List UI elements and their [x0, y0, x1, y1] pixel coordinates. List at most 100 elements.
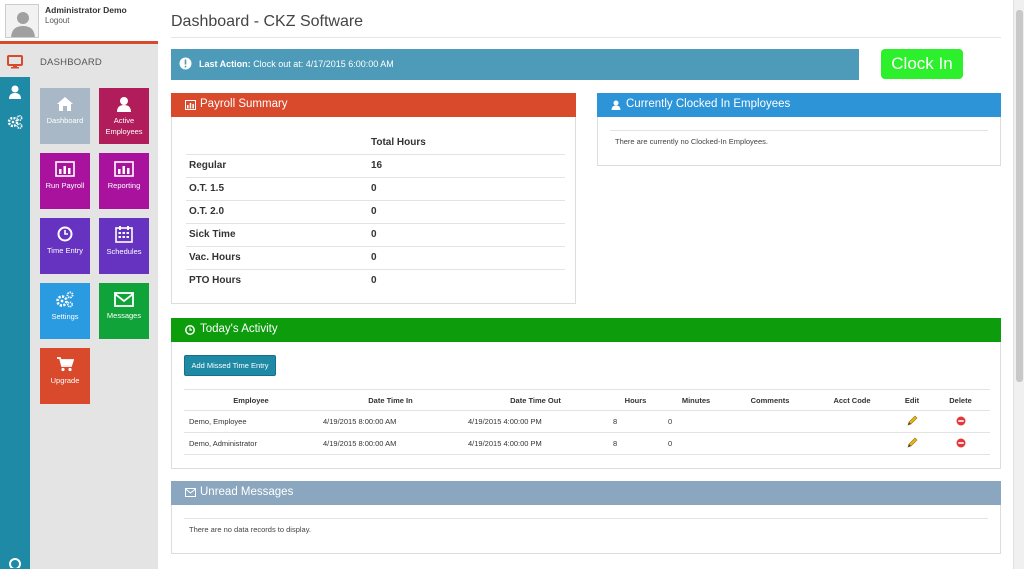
home-icon — [57, 97, 73, 111]
row-label: Sick Time — [186, 223, 371, 247]
column-header: Employee — [184, 389, 318, 411]
empty-message: There are currently no Clocked-In Employ… — [615, 137, 768, 146]
column-header: Edit — [893, 389, 931, 411]
unread-messages-panel: Unread Messages There are no data record… — [171, 481, 1001, 554]
time-out-cell: 4/19/2015 4:00:00 PM — [463, 410, 608, 433]
column-header: Delete — [931, 389, 990, 411]
tile-label: Active Employees — [105, 116, 143, 136]
payroll-summary-table: Total Hours Regular 16 O.T. 1.5 0 O.T. 2.0 0 S… — [186, 131, 565, 292]
tile-reporting[interactable]: Reporting — [99, 153, 149, 209]
tile-schedules[interactable]: Schedules — [99, 218, 149, 274]
pencil-icon[interactable] — [907, 415, 918, 428]
tile-label: Messages — [106, 311, 142, 320]
panel-title: Unread Messages — [200, 486, 294, 498]
scrollbar[interactable] — [1013, 0, 1024, 569]
row-value: 16 — [371, 154, 565, 178]
acct-code-cell — [811, 432, 893, 455]
row-label: PTO Hours — [189, 275, 242, 287]
envelope-icon — [114, 292, 134, 307]
row-label: Regular — [186, 154, 371, 178]
delete-cell — [931, 410, 990, 433]
delete-icon[interactable] — [956, 416, 966, 428]
table-header: Total Hours — [371, 131, 565, 155]
logout-link[interactable]: Logout — [45, 16, 69, 25]
dashboard-nav-label[interactable]: DASHBOARD — [40, 57, 102, 68]
page-title: Dashboard - CKZ Software — [171, 13, 364, 30]
table-row: Demo, Employee 4/19/2015 8:00:00 AM 4/19/2… — [184, 410, 990, 433]
delete-icon[interactable] — [956, 438, 966, 450]
todays-activity-panel: Today's Activity Add Missed Time Entry E… — [171, 318, 1001, 469]
minutes-cell: 0 — [663, 432, 729, 455]
tile-label: Settings — [51, 312, 79, 321]
tile-upgrade[interactable]: Upgrade — [40, 348, 90, 404]
gears-icon[interactable] — [7, 552, 23, 569]
gears-icon[interactable] — [7, 114, 23, 130]
hours-cell: 8 — [608, 432, 663, 455]
table-row: O.T. 1.5 0 — [186, 177, 565, 201]
last-action-banner: Last Action: Clock out at: 4/17/2015 6:0… — [171, 49, 859, 80]
bar-chart-icon — [55, 161, 75, 177]
employee-cell: Demo, Administrator — [184, 432, 318, 455]
cart-icon — [57, 357, 74, 372]
time-in-cell: 4/19/2015 8:00:00 AM — [318, 432, 463, 455]
tile-label: Reporting — [107, 181, 141, 190]
edit-cell — [893, 410, 931, 433]
row-label: O.T. 1.5 — [186, 177, 371, 201]
edit-cell — [893, 432, 931, 455]
row-value: 0 — [371, 275, 377, 287]
divider — [610, 130, 988, 131]
column-header: Minutes — [663, 389, 729, 411]
monitor-icon[interactable] — [7, 54, 23, 70]
table-row: Vac. Hours 0 — [186, 246, 565, 270]
tile-settings[interactable]: Settings — [40, 283, 90, 339]
scrollbar-thumb[interactable] — [1016, 10, 1023, 382]
employee-cell: Demo, Employee — [184, 410, 318, 433]
gears-icon — [56, 291, 74, 308]
clock-icon — [57, 226, 73, 242]
table-row: PTO Hours 0 — [186, 269, 565, 292]
panel-title: Payroll Summary — [200, 98, 288, 110]
table-row: Regular 16 — [186, 154, 565, 178]
user-icon — [117, 97, 131, 112]
row-value: 0 — [371, 223, 565, 247]
column-header: Hours — [608, 389, 663, 411]
column-header: Acct Code — [811, 389, 893, 411]
time-out-cell: 4/19/2015 4:00:00 PM — [463, 432, 608, 455]
tile-time-entry[interactable]: Time Entry — [40, 218, 90, 274]
avatar — [5, 4, 39, 38]
tile-label: Dashboard — [46, 116, 84, 125]
delete-cell — [931, 432, 990, 455]
acct-code-cell — [811, 410, 893, 433]
column-header: Date Time Out — [463, 389, 608, 411]
comments-cell — [729, 410, 811, 433]
tile-label: Schedules — [106, 247, 142, 256]
user-panel: Administrator Demo Logout — [0, 0, 158, 44]
tile-label: Run Payroll — [45, 181, 85, 190]
tile-label: Time Entry — [47, 246, 83, 255]
user-icon — [611, 100, 621, 110]
last-action-text: Last Action: Clock out at: 4/17/2015 6:0… — [199, 59, 394, 69]
user-icon[interactable] — [7, 84, 23, 100]
tile-active-employees[interactable]: Active Employees — [99, 88, 149, 144]
clocked-in-panel: Currently Clocked In Employees There are… — [597, 93, 1001, 166]
tile-run-payroll[interactable]: Run Payroll — [40, 153, 90, 209]
pencil-icon[interactable] — [907, 437, 918, 450]
tile-messages[interactable]: Messages — [99, 283, 149, 339]
panel-title: Currently Clocked In Employees — [626, 98, 791, 110]
bar-chart-icon — [114, 161, 134, 177]
tile-label: Upgrade — [50, 376, 80, 385]
row-label: Vac. Hours — [186, 246, 371, 270]
add-missed-time-entry-button[interactable]: Add Missed Time Entry — [184, 355, 276, 376]
column-header: Date Time In — [318, 389, 463, 411]
todays-activity-header: Today's Activity — [171, 318, 1001, 342]
row-value: 0 — [371, 246, 565, 270]
icon-rail — [0, 47, 158, 569]
row-label: O.T. 2.0 — [186, 200, 371, 224]
clock-icon — [185, 325, 195, 335]
clocked-in-header: Currently Clocked In Employees — [597, 93, 1001, 117]
clock-in-button[interactable]: Clock In — [881, 49, 963, 79]
last-action-value: Clock out at: 4/17/2015 6:00:00 AM — [253, 59, 394, 69]
tile-dashboard[interactable]: Dashboard — [40, 88, 90, 144]
column-header: Comments — [729, 389, 811, 411]
unread-messages-header: Unread Messages — [171, 481, 1001, 505]
